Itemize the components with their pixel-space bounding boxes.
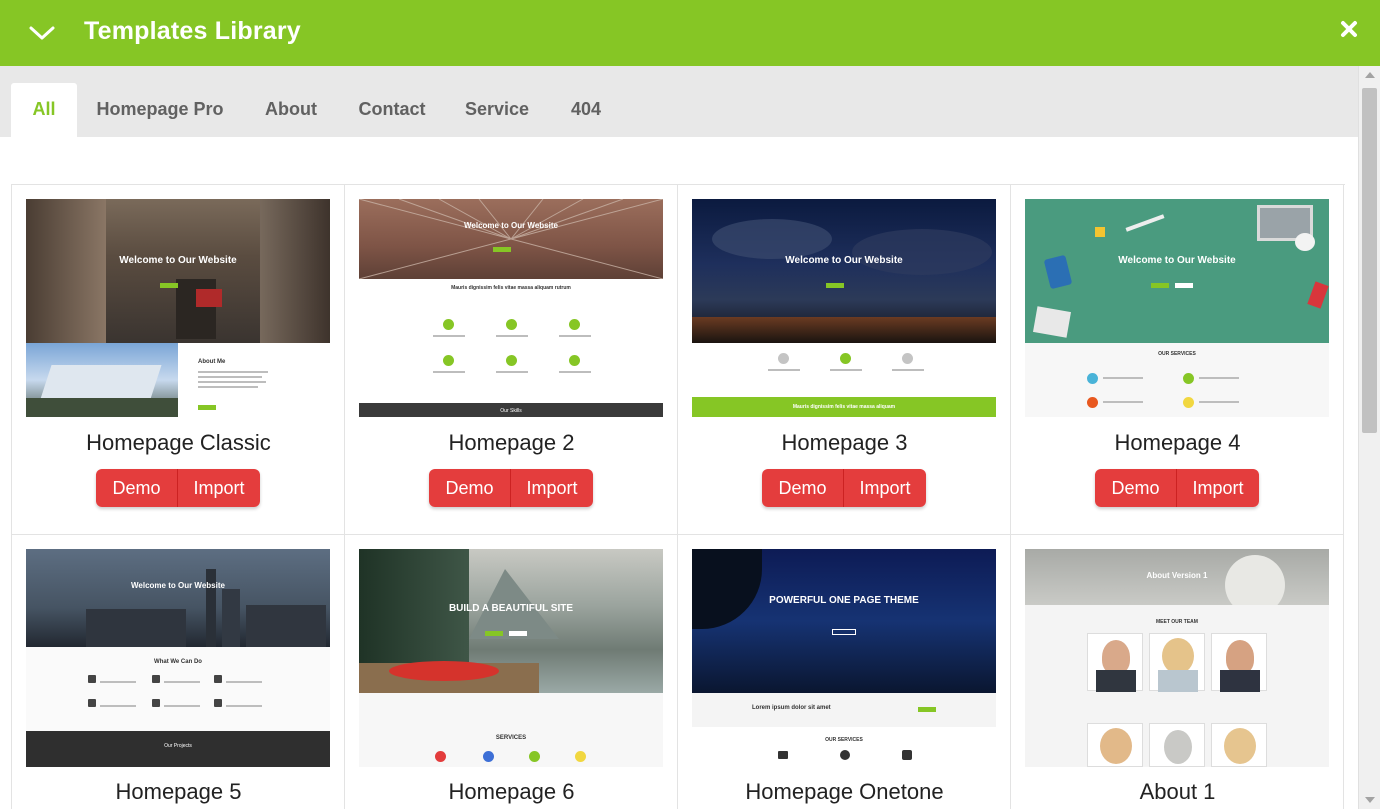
thumb-hero: About Version 1 xyxy=(1025,549,1329,615)
tab-homepage-pro[interactable]: Homepage Pro xyxy=(88,83,232,137)
tab-about[interactable]: About xyxy=(252,83,330,137)
thumb-lower-text: Mauris dignissim felis vitae massa aliqu… xyxy=(792,404,896,410)
template-name: Homepage 3 xyxy=(781,430,908,455)
template-thumbnail[interactable]: Welcome to Our Website OUR SERVICES xyxy=(1025,199,1329,417)
import-button[interactable]: Import xyxy=(511,469,593,507)
template-name: Homepage Onetone xyxy=(745,779,944,804)
thumb-lower-text: Mauris dignissim felis vitae massa aliqu… xyxy=(451,285,571,291)
thumb-hero: Welcome to Our Website xyxy=(359,199,663,279)
thumb-lower-text: Lorem ipsum dolor sit amet xyxy=(752,705,831,711)
template-actions: Demo Import xyxy=(429,469,593,507)
tab-service[interactable]: Service xyxy=(455,83,539,137)
template-thumbnail[interactable]: Welcome to Our Website About Me xyxy=(26,199,330,417)
template-thumbnail[interactable]: POWERFUL ONE PAGE THEME Lorem ipsum dolo… xyxy=(692,549,996,767)
thumb-footer-text: OUR SERVICES xyxy=(825,737,863,743)
template-name: Homepage 6 xyxy=(448,779,575,804)
templates-library-modal: Templates Library All Homepage Pro About… xyxy=(0,0,1380,809)
thumb-hero-text: POWERFUL ONE PAGE THEME xyxy=(769,595,919,606)
template-card: BUILD A BEAUTIFUL SITE SERVICES Homepage… xyxy=(345,535,678,809)
thumb-hero-text: Welcome to Our Website xyxy=(1118,255,1236,266)
tab-all[interactable]: All xyxy=(11,83,77,137)
demo-button[interactable]: Demo xyxy=(762,469,844,507)
template-thumbnail[interactable]: Welcome to Our Website Mauris dignissim … xyxy=(692,199,996,417)
thumb-lower-text: MEET OUR TEAM xyxy=(1156,619,1198,625)
template-name: About 1 xyxy=(1139,779,1216,804)
template-card: Welcome to Our Website About Me Homepage… xyxy=(12,185,345,535)
template-card: Welcome to Our Website What We Can Do Ou… xyxy=(12,535,345,809)
demo-button[interactable]: Demo xyxy=(96,469,178,507)
tab-contact[interactable]: Contact xyxy=(350,83,434,137)
template-thumbnail[interactable]: Welcome to Our Website What We Can Do Ou… xyxy=(26,549,330,767)
thumb-hero: BUILD A BEAUTIFUL SITE xyxy=(359,549,663,693)
chevron-down-icon[interactable] xyxy=(28,22,56,44)
thumb-hero: Welcome to Our Website xyxy=(1025,199,1329,343)
thumb-hero: POWERFUL ONE PAGE THEME xyxy=(692,549,996,693)
vertical-scrollbar[interactable] xyxy=(1358,66,1380,809)
thumb-lower-text: OUR SERVICES xyxy=(1158,351,1196,357)
template-card: POWERFUL ONE PAGE THEME Lorem ipsum dolo… xyxy=(678,535,1011,809)
close-icon[interactable] xyxy=(1338,18,1360,40)
thumb-lower-text: SERVICES xyxy=(495,735,527,741)
template-actions: Demo Import xyxy=(96,469,260,507)
template-thumbnail[interactable]: Welcome to Our Website Mauris dignissim … xyxy=(359,199,663,417)
thumb-hero-text: About Version 1 xyxy=(1146,571,1208,580)
scroll-down-arrow-icon[interactable] xyxy=(1365,797,1375,803)
category-tabs: All Homepage Pro About Contact Service 4… xyxy=(0,66,1358,137)
template-name: Homepage 5 xyxy=(115,779,242,804)
thumb-hero-text: Welcome to Our Website xyxy=(464,221,558,230)
import-button[interactable]: Import xyxy=(1177,469,1259,507)
template-card: Welcome to Our Website Mauris dignissim … xyxy=(345,185,678,535)
template-card: Welcome to Our Website OUR SERVICES Home xyxy=(1011,185,1344,535)
demo-button[interactable]: Demo xyxy=(429,469,511,507)
thumb-lower-text: About Me xyxy=(198,359,226,365)
thumb-hero-text: Welcome to Our Website xyxy=(119,255,237,266)
thumb-hero: Welcome to Our Website xyxy=(26,199,330,343)
template-actions: Demo Import xyxy=(1095,469,1259,507)
templates-grid: Welcome to Our Website About Me Homepage… xyxy=(11,184,1345,809)
template-name: Homepage 2 xyxy=(448,430,575,455)
thumb-hero-text: Welcome to Our Website xyxy=(131,581,225,590)
thumb-footer-text: Our Projects xyxy=(164,743,192,749)
template-name: Homepage Classic xyxy=(86,430,271,455)
template-name: Homepage 4 xyxy=(1114,430,1241,455)
thumb-hero: Welcome to Our Website xyxy=(692,199,996,343)
template-thumbnail[interactable]: BUILD A BEAUTIFUL SITE SERVICES xyxy=(359,549,663,767)
import-button[interactable]: Import xyxy=(178,469,260,507)
thumb-footer-text: Our Skills xyxy=(500,408,522,414)
template-card: About Version 1 MEET OUR TEAM About 1 xyxy=(1011,535,1344,809)
template-thumbnail[interactable]: About Version 1 MEET OUR TEAM xyxy=(1025,549,1329,767)
thumb-lower-text: What We Can Do xyxy=(154,659,202,665)
template-actions: Demo Import xyxy=(762,469,926,507)
demo-button[interactable]: Demo xyxy=(1095,469,1177,507)
thumb-hero: Welcome to Our Website xyxy=(26,549,330,647)
modal-title: Templates Library xyxy=(84,17,301,45)
scrollbar-thumb[interactable] xyxy=(1362,88,1377,433)
thumb-hero-text: Welcome to Our Website xyxy=(785,255,903,266)
scroll-up-arrow-icon[interactable] xyxy=(1365,72,1375,78)
tab-404[interactable]: 404 xyxy=(560,83,612,137)
template-card: Welcome to Our Website Mauris dignissim … xyxy=(678,185,1011,535)
modal-header: Templates Library xyxy=(0,0,1380,66)
import-button[interactable]: Import xyxy=(844,469,926,507)
thumb-hero-text: BUILD A BEAUTIFUL SITE xyxy=(448,603,574,614)
